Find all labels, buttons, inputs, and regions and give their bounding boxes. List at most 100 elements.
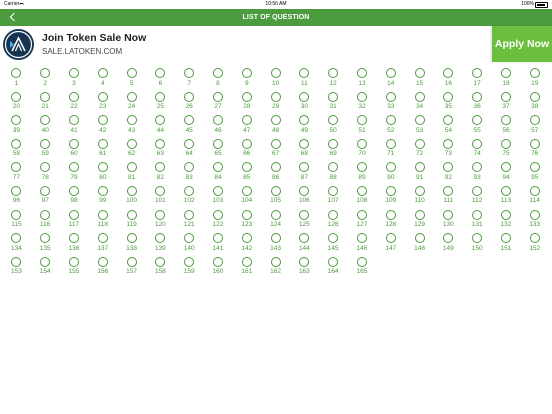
question-radio-icon[interactable] [299,115,310,126]
question-item[interactable]: 46 [204,114,233,138]
question-item[interactable]: 152 [520,232,549,256]
question-radio-icon[interactable] [68,256,79,267]
question-item[interactable]: 13 [348,67,377,91]
question-radio-icon[interactable] [385,185,396,196]
question-radio-icon[interactable] [11,68,22,78]
question-item[interactable]: 35 [434,91,463,115]
question-radio-icon[interactable] [500,138,511,149]
question-item[interactable]: 26 [175,91,204,115]
question-radio-icon[interactable] [385,91,396,102]
question-radio-icon[interactable] [529,68,540,78]
question-radio-icon[interactable] [500,162,511,173]
question-radio-icon[interactable] [40,138,51,149]
question-item[interactable]: 150 [463,232,492,256]
question-item[interactable]: 105 [261,185,290,209]
question-item[interactable]: 21 [31,91,60,115]
question-item[interactable]: 109 [376,185,405,209]
question-item[interactable]: 78 [31,161,60,185]
question-radio-icon[interactable] [126,138,137,149]
question-radio-icon[interactable] [241,91,252,102]
question-radio-icon[interactable] [270,91,281,102]
question-item[interactable]: 22 [60,91,89,115]
question-radio-icon[interactable] [97,68,108,78]
question-radio-icon[interactable] [155,115,166,126]
question-radio-icon[interactable] [241,256,252,267]
question-radio-icon[interactable] [40,256,51,267]
question-radio-icon[interactable] [500,209,511,220]
question-item[interactable]: 90 [376,161,405,185]
question-radio-icon[interactable] [126,233,137,244]
question-radio-icon[interactable] [212,185,223,196]
question-item[interactable]: 62 [117,138,146,162]
question-radio-icon[interactable] [299,185,310,196]
question-radio-icon[interactable] [500,115,511,126]
question-item[interactable]: 99 [88,185,117,209]
question-radio-icon[interactable] [241,233,252,244]
question-item[interactable]: 27 [204,91,233,115]
question-radio-icon[interactable] [472,209,483,220]
question-radio-icon[interactable] [126,209,137,220]
question-radio-icon[interactable] [126,68,137,78]
question-item[interactable]: 63 [146,138,175,162]
question-item[interactable]: 163 [290,256,319,280]
question-radio-icon[interactable] [270,162,281,173]
question-radio-icon[interactable] [414,209,425,220]
question-item[interactable]: 33 [376,91,405,115]
question-item[interactable]: 118 [88,209,117,233]
question-radio-icon[interactable] [11,185,22,196]
question-item[interactable]: 108 [348,185,377,209]
question-radio-icon[interactable] [126,256,137,267]
question-item[interactable]: 55 [463,114,492,138]
question-item[interactable]: 17 [463,67,492,91]
question-radio-icon[interactable] [500,233,511,244]
question-radio-icon[interactable] [155,233,166,244]
question-item[interactable]: 61 [88,138,117,162]
question-item[interactable]: 56 [492,114,521,138]
question-radio-icon[interactable] [11,233,22,244]
question-radio-icon[interactable] [500,185,511,196]
question-radio-icon[interactable] [97,233,108,244]
question-item[interactable]: 24 [117,91,146,115]
question-item[interactable]: 39 [2,114,31,138]
question-radio-icon[interactable] [328,233,339,244]
question-radio-icon[interactable] [212,138,223,149]
question-radio-icon[interactable] [184,233,195,244]
question-item[interactable]: 107 [319,185,348,209]
question-radio-icon[interactable] [184,138,195,149]
question-item[interactable]: 43 [117,114,146,138]
question-item[interactable]: 101 [146,185,175,209]
question-item[interactable]: 30 [290,91,319,115]
question-radio-icon[interactable] [385,68,396,78]
question-item[interactable]: 86 [261,161,290,185]
question-radio-icon[interactable] [68,209,79,220]
question-item[interactable]: 97 [31,185,60,209]
question-item[interactable]: 110 [405,185,434,209]
question-item[interactable]: 54 [434,114,463,138]
question-radio-icon[interactable] [356,209,367,220]
question-item[interactable]: 41 [60,114,89,138]
question-radio-icon[interactable] [155,91,166,102]
question-radio-icon[interactable] [97,162,108,173]
question-item[interactable]: 119 [117,209,146,233]
question-radio-icon[interactable] [500,91,511,102]
question-radio-icon[interactable] [385,138,396,149]
question-radio-icon[interactable] [155,256,166,267]
question-radio-icon[interactable] [97,91,108,102]
question-item[interactable]: 9 [232,67,261,91]
question-radio-icon[interactable] [328,256,339,267]
question-item[interactable]: 144 [290,232,319,256]
question-radio-icon[interactable] [184,162,195,173]
question-item[interactable]: 4 [88,67,117,91]
question-item[interactable]: 162 [261,256,290,280]
question-item[interactable]: 164 [319,256,348,280]
question-item[interactable]: 102 [175,185,204,209]
question-item[interactable]: 69 [319,138,348,162]
question-item[interactable]: 126 [319,209,348,233]
question-radio-icon[interactable] [443,115,454,126]
question-item[interactable]: 68 [290,138,319,162]
question-radio-icon[interactable] [356,256,367,267]
question-radio-icon[interactable] [385,115,396,126]
question-radio-icon[interactable] [414,91,425,102]
question-item[interactable]: 3 [60,67,89,91]
question-item[interactable]: 159 [175,256,204,280]
